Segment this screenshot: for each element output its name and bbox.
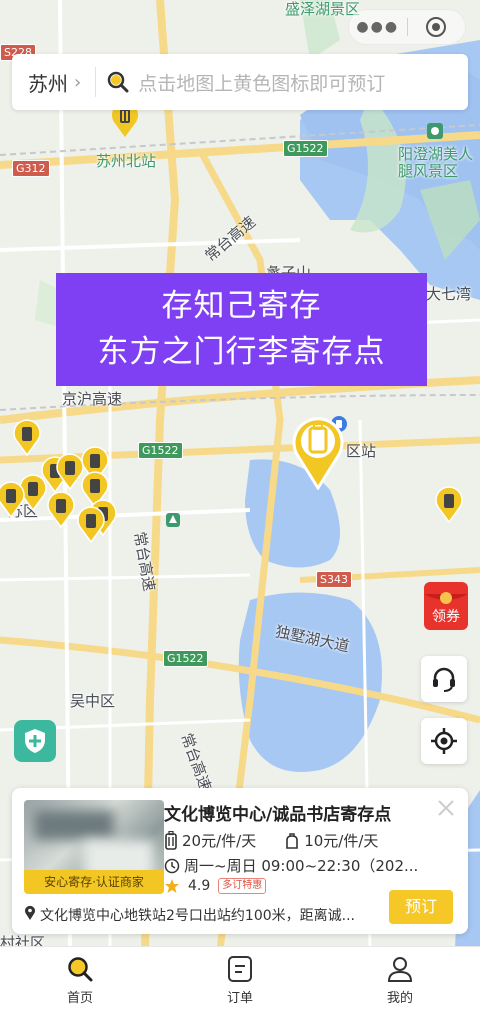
hours-row: 周一~周日 09:00~22:30（202... bbox=[164, 855, 418, 876]
road-shield: G1522 bbox=[138, 442, 183, 459]
miniprogram-capsule: ●●● bbox=[348, 9, 466, 45]
security-button[interactable] bbox=[14, 720, 56, 762]
divider bbox=[95, 67, 97, 97]
price-row: 20元/件/天 10元/件/天 bbox=[164, 830, 378, 851]
locate-button[interactable] bbox=[421, 718, 467, 764]
rating-row: 4.9 多订特惠 bbox=[164, 878, 267, 894]
storage-pin[interactable] bbox=[434, 485, 464, 523]
tab-label: 我的 bbox=[386, 991, 413, 1006]
park-icon bbox=[166, 513, 180, 527]
more-dots-icon[interactable]: ●●● bbox=[349, 19, 407, 35]
map-label-daqiwan: 大七湾 bbox=[426, 285, 472, 303]
price-small: 10元/件/天 bbox=[304, 832, 379, 850]
store-title: 文化博览中心/诚品书店寄存点 bbox=[164, 805, 392, 825]
large-luggage-icon bbox=[164, 830, 178, 851]
tab-orders[interactable]: 订单 bbox=[160, 947, 320, 1013]
map-label-wuzhong: 吴中区 bbox=[70, 692, 116, 710]
tab-home[interactable]: 首页 bbox=[0, 947, 160, 1013]
book-button[interactable]: 预订 bbox=[389, 890, 453, 924]
storage-pin[interactable] bbox=[12, 418, 42, 456]
chevron-right-icon: › bbox=[74, 71, 82, 93]
promo-banner: 存知己寄存 东方之门行李寄存点 bbox=[56, 273, 427, 386]
map-label-jinghu: 京沪高速 bbox=[62, 390, 123, 408]
price-large: 20元/件/天 bbox=[182, 832, 257, 850]
search-bar[interactable]: 苏州 › 点击地图上黄色图标即可预订 bbox=[12, 54, 468, 110]
clock-icon bbox=[164, 858, 180, 874]
search-home-icon bbox=[66, 955, 94, 983]
map-label-station: 区站 bbox=[346, 442, 377, 460]
star-icon bbox=[164, 878, 180, 894]
road-shield: G312 bbox=[12, 160, 50, 177]
red-packet-button[interactable]: 领券 bbox=[420, 580, 472, 632]
city-name: 苏州 bbox=[28, 71, 68, 96]
city-selector[interactable]: 苏州 › bbox=[28, 68, 81, 97]
tab-profile[interactable]: 我的 bbox=[320, 947, 480, 1013]
order-icon bbox=[227, 955, 253, 983]
tab-label: 订单 bbox=[226, 991, 253, 1006]
road-shield: S343 bbox=[316, 571, 352, 588]
locate-icon bbox=[431, 728, 457, 754]
profile-icon bbox=[387, 955, 413, 983]
road-shield: G1522 bbox=[283, 140, 328, 157]
store-address: 文化博览中心地铁站2号口出站约100米，距离诚... bbox=[40, 908, 355, 924]
certified-tag: 安心寄存·认证商家 bbox=[24, 870, 164, 894]
banner-subtitle: 东方之门行李寄存点 bbox=[97, 334, 386, 370]
banner-title: 存知己寄存 bbox=[161, 288, 322, 324]
map-label-suzhou-north: 苏州北站 bbox=[96, 152, 157, 170]
rating-value: 4.9 bbox=[188, 878, 211, 894]
shield-plus-icon bbox=[25, 729, 45, 753]
search-placeholder[interactable]: 点击地图上黄色图标即可预订 bbox=[138, 69, 385, 96]
red-packet-label: 领券 bbox=[432, 609, 460, 625]
storage-detail-card[interactable]: 安心寄存·认证商家 文化博览中心/诚品书店寄存点 20元/件/天 10元/件/天… bbox=[12, 788, 468, 934]
small-luggage-icon bbox=[284, 832, 300, 850]
map-label-shengze: 盛泽湖景区 bbox=[285, 0, 361, 18]
road-shield: G1522 bbox=[163, 650, 208, 667]
storage-pin[interactable] bbox=[46, 490, 76, 528]
opening-hours: 周一~周日 09:00~22:30（202... bbox=[184, 857, 419, 875]
selected-storage-pin[interactable] bbox=[291, 414, 345, 490]
address-row: 文化博览中心地铁站2号口出站约100米，距离诚... bbox=[24, 905, 384, 925]
location-pin-icon bbox=[24, 905, 36, 925]
storage-pin[interactable] bbox=[0, 480, 26, 518]
headset-icon bbox=[433, 667, 455, 692]
discount-tag: 多订特惠 bbox=[218, 878, 267, 894]
search-icon bbox=[107, 71, 129, 93]
service-button[interactable] bbox=[421, 656, 467, 702]
bottom-tab-bar: 首页 订单 我的 bbox=[0, 946, 480, 1013]
scenic-icon bbox=[427, 123, 443, 139]
close-icon[interactable] bbox=[436, 798, 456, 818]
map-label-yangcheng: 阳澄湖美人腿风景区 bbox=[398, 145, 474, 180]
storage-pin[interactable] bbox=[76, 505, 106, 543]
target-circle-icon[interactable] bbox=[407, 16, 465, 38]
tab-label: 首页 bbox=[66, 991, 93, 1006]
